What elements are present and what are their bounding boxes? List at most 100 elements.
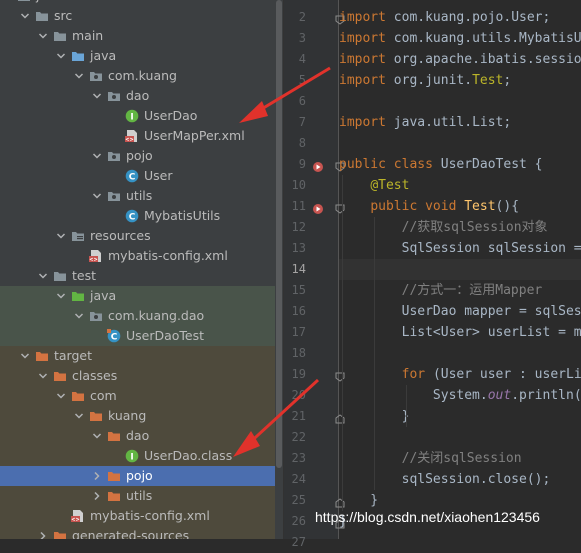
tree-row-dao[interactable]: dao	[0, 426, 275, 446]
line-number: 26	[291, 514, 306, 528]
tree-row-mybatisutils[interactable]: C MybatisUtils	[0, 206, 275, 226]
code-line[interactable]	[339, 343, 581, 364]
tree-row-src[interactable]: src	[0, 6, 275, 26]
tree-row-userdao[interactable]: I UserDao	[0, 106, 275, 126]
code-line[interactable]: public class UserDaoTest {	[339, 154, 581, 175]
code-line[interactable]: }	[339, 406, 581, 427]
code-line[interactable]: @Test	[339, 175, 581, 196]
chevron-right-icon[interactable]	[91, 486, 103, 506]
tree-row-pojo[interactable]: pojo	[0, 146, 275, 166]
run-test-icon[interactable]	[312, 200, 324, 219]
tree-scrollbar-thumb[interactable]	[276, 0, 282, 468]
code-line[interactable]	[339, 427, 581, 448]
chevron-down-icon[interactable]	[73, 66, 85, 86]
code-token: public class	[339, 157, 441, 172]
code-line[interactable]	[339, 532, 581, 539]
code-line[interactable]: public void Test(){	[339, 196, 581, 217]
tree-row-main[interactable]: main	[0, 26, 275, 46]
tree-row-label: com.kuang.dao	[108, 308, 205, 323]
tree-row-utils[interactable]: utils	[0, 486, 275, 506]
folder-icon	[53, 369, 67, 383]
tree-row-java[interactable]: java	[0, 286, 275, 306]
tree-row-kuang[interactable]: kuang	[0, 406, 275, 426]
code-line[interactable]: import org.junit.Test;	[339, 70, 581, 91]
tree-row-resources[interactable]: resources	[0, 226, 275, 246]
chevron-down-icon[interactable]	[91, 146, 103, 166]
code-line[interactable]: //方式一：运用Mapper	[339, 280, 581, 301]
tree-row-userdaotest[interactable]: C UserDaoTest	[0, 326, 275, 346]
tree-row-mybatis-config-xml[interactable]: <> mybatis-config.xml	[0, 246, 275, 266]
code-token: (){	[495, 199, 520, 214]
code-line[interactable]	[339, 133, 581, 154]
code-line[interactable]: import java.util.List;	[339, 112, 581, 133]
tree-scrollbar[interactable]	[275, 0, 284, 539]
chevron-down-icon[interactable]	[37, 266, 49, 286]
tree-row-com[interactable]: com	[0, 386, 275, 406]
tree-row-classes[interactable]: classes	[0, 366, 275, 386]
chevron-down-icon[interactable]	[73, 306, 85, 326]
tree-row-generated-sources[interactable]: generated-sources	[0, 526, 275, 539]
tree-row-label: kuang	[108, 408, 147, 423]
code-line[interactable]: //关闭sqlSession	[339, 448, 581, 469]
tree-row-mybatis-config-xml[interactable]: <> mybatis-config.xml	[0, 506, 275, 526]
chevron-down-icon[interactable]	[91, 186, 103, 206]
class-icon: C	[125, 169, 139, 183]
code-token: System.	[339, 388, 488, 403]
chevron-down-icon[interactable]	[55, 46, 67, 66]
tree-row-dao[interactable]: dao	[0, 86, 275, 106]
line-number: 10	[291, 178, 306, 192]
code-token: SqlSession sqlSession = MybatisUtils.get…	[401, 241, 581, 256]
code-line[interactable]: for (User user : userList) {	[339, 364, 581, 385]
tree-row-pojo[interactable]: pojo	[0, 466, 275, 486]
code-line[interactable]: import com.kuang.utils.MybatisUtils;	[339, 28, 581, 49]
chevron-down-icon[interactable]	[55, 226, 67, 246]
line-number: 20	[291, 388, 306, 402]
code-line[interactable]: import com.kuang.pojo.User;	[339, 7, 581, 28]
code-line[interactable]: System.out.println(user);	[339, 385, 581, 406]
code-editor[interactable]: import com.kuang.pojo.User; import com.ku…	[339, 0, 581, 539]
tree-row-label: dao	[126, 428, 150, 443]
xml-file-icon: <>	[71, 509, 85, 523]
chevron-down-icon[interactable]	[37, 366, 49, 386]
chevron-right-icon[interactable]	[91, 466, 103, 486]
chevron-down-icon[interactable]	[55, 286, 67, 306]
tree-row-com-kuang-dao[interactable]: com.kuang.dao	[0, 306, 275, 326]
tree-row-label: java	[90, 48, 117, 63]
xml-file-icon: <>	[125, 129, 139, 143]
code-token: ;	[503, 73, 512, 88]
code-line[interactable]: //获取sqlSession对象	[339, 217, 581, 238]
chevron-right-icon[interactable]	[37, 526, 49, 539]
svg-text:<>: <>	[89, 257, 97, 263]
chevron-down-icon[interactable]	[19, 346, 31, 366]
chevron-down-icon[interactable]	[55, 386, 67, 406]
code-line[interactable]: SqlSession sqlSession = MybatisUtils.get…	[339, 238, 581, 259]
tree-row-utils[interactable]: utils	[0, 186, 275, 206]
tree-row-label: mybatis-config.xml	[90, 508, 210, 523]
tree-row-target[interactable]: target	[0, 346, 275, 366]
code-line[interactable]: }	[339, 490, 581, 511]
code-line[interactable]: UserDao mapper = sqlSession.getMapper(Us…	[339, 301, 581, 322]
tree-row-label: UserMapPer.xml	[144, 128, 245, 143]
tree-row-label: target	[54, 348, 93, 363]
code-line[interactable]	[339, 91, 581, 112]
code-line[interactable]: import org.apache.ibatis.session.SqlSess…	[339, 49, 581, 70]
chevron-down-icon[interactable]	[91, 86, 103, 106]
tree-row-user[interactable]: C User	[0, 166, 275, 186]
code-line[interactable]	[339, 259, 581, 280]
code-token: @Test	[370, 178, 410, 193]
code-line[interactable]: sqlSession.close();	[339, 469, 581, 490]
chevron-down-icon[interactable]	[19, 6, 31, 26]
tree-row-usermapper-xml[interactable]: <> UserMapPer.xml	[0, 126, 275, 146]
tree-row-label: UserDao	[144, 108, 198, 123]
project-tree-panel: jdbcsrcmainjavacom.kuangdaoIUserDao<>Use…	[0, 0, 275, 539]
tree-row-java[interactable]: java	[0, 46, 275, 66]
tree-row-userdao-class[interactable]: I UserDao.class	[0, 446, 275, 466]
code-line[interactable]: List<User> userList = mapper.getUserList…	[339, 322, 581, 343]
tree-row-test[interactable]: test	[0, 266, 275, 286]
tree-row-com-kuang[interactable]: com.kuang	[0, 66, 275, 86]
chevron-down-icon[interactable]	[73, 406, 85, 426]
chevron-down-icon[interactable]	[91, 426, 103, 446]
chevron-down-icon[interactable]	[37, 26, 49, 46]
run-test-icon[interactable]	[312, 158, 324, 177]
code-token: org.junit.	[393, 73, 473, 88]
